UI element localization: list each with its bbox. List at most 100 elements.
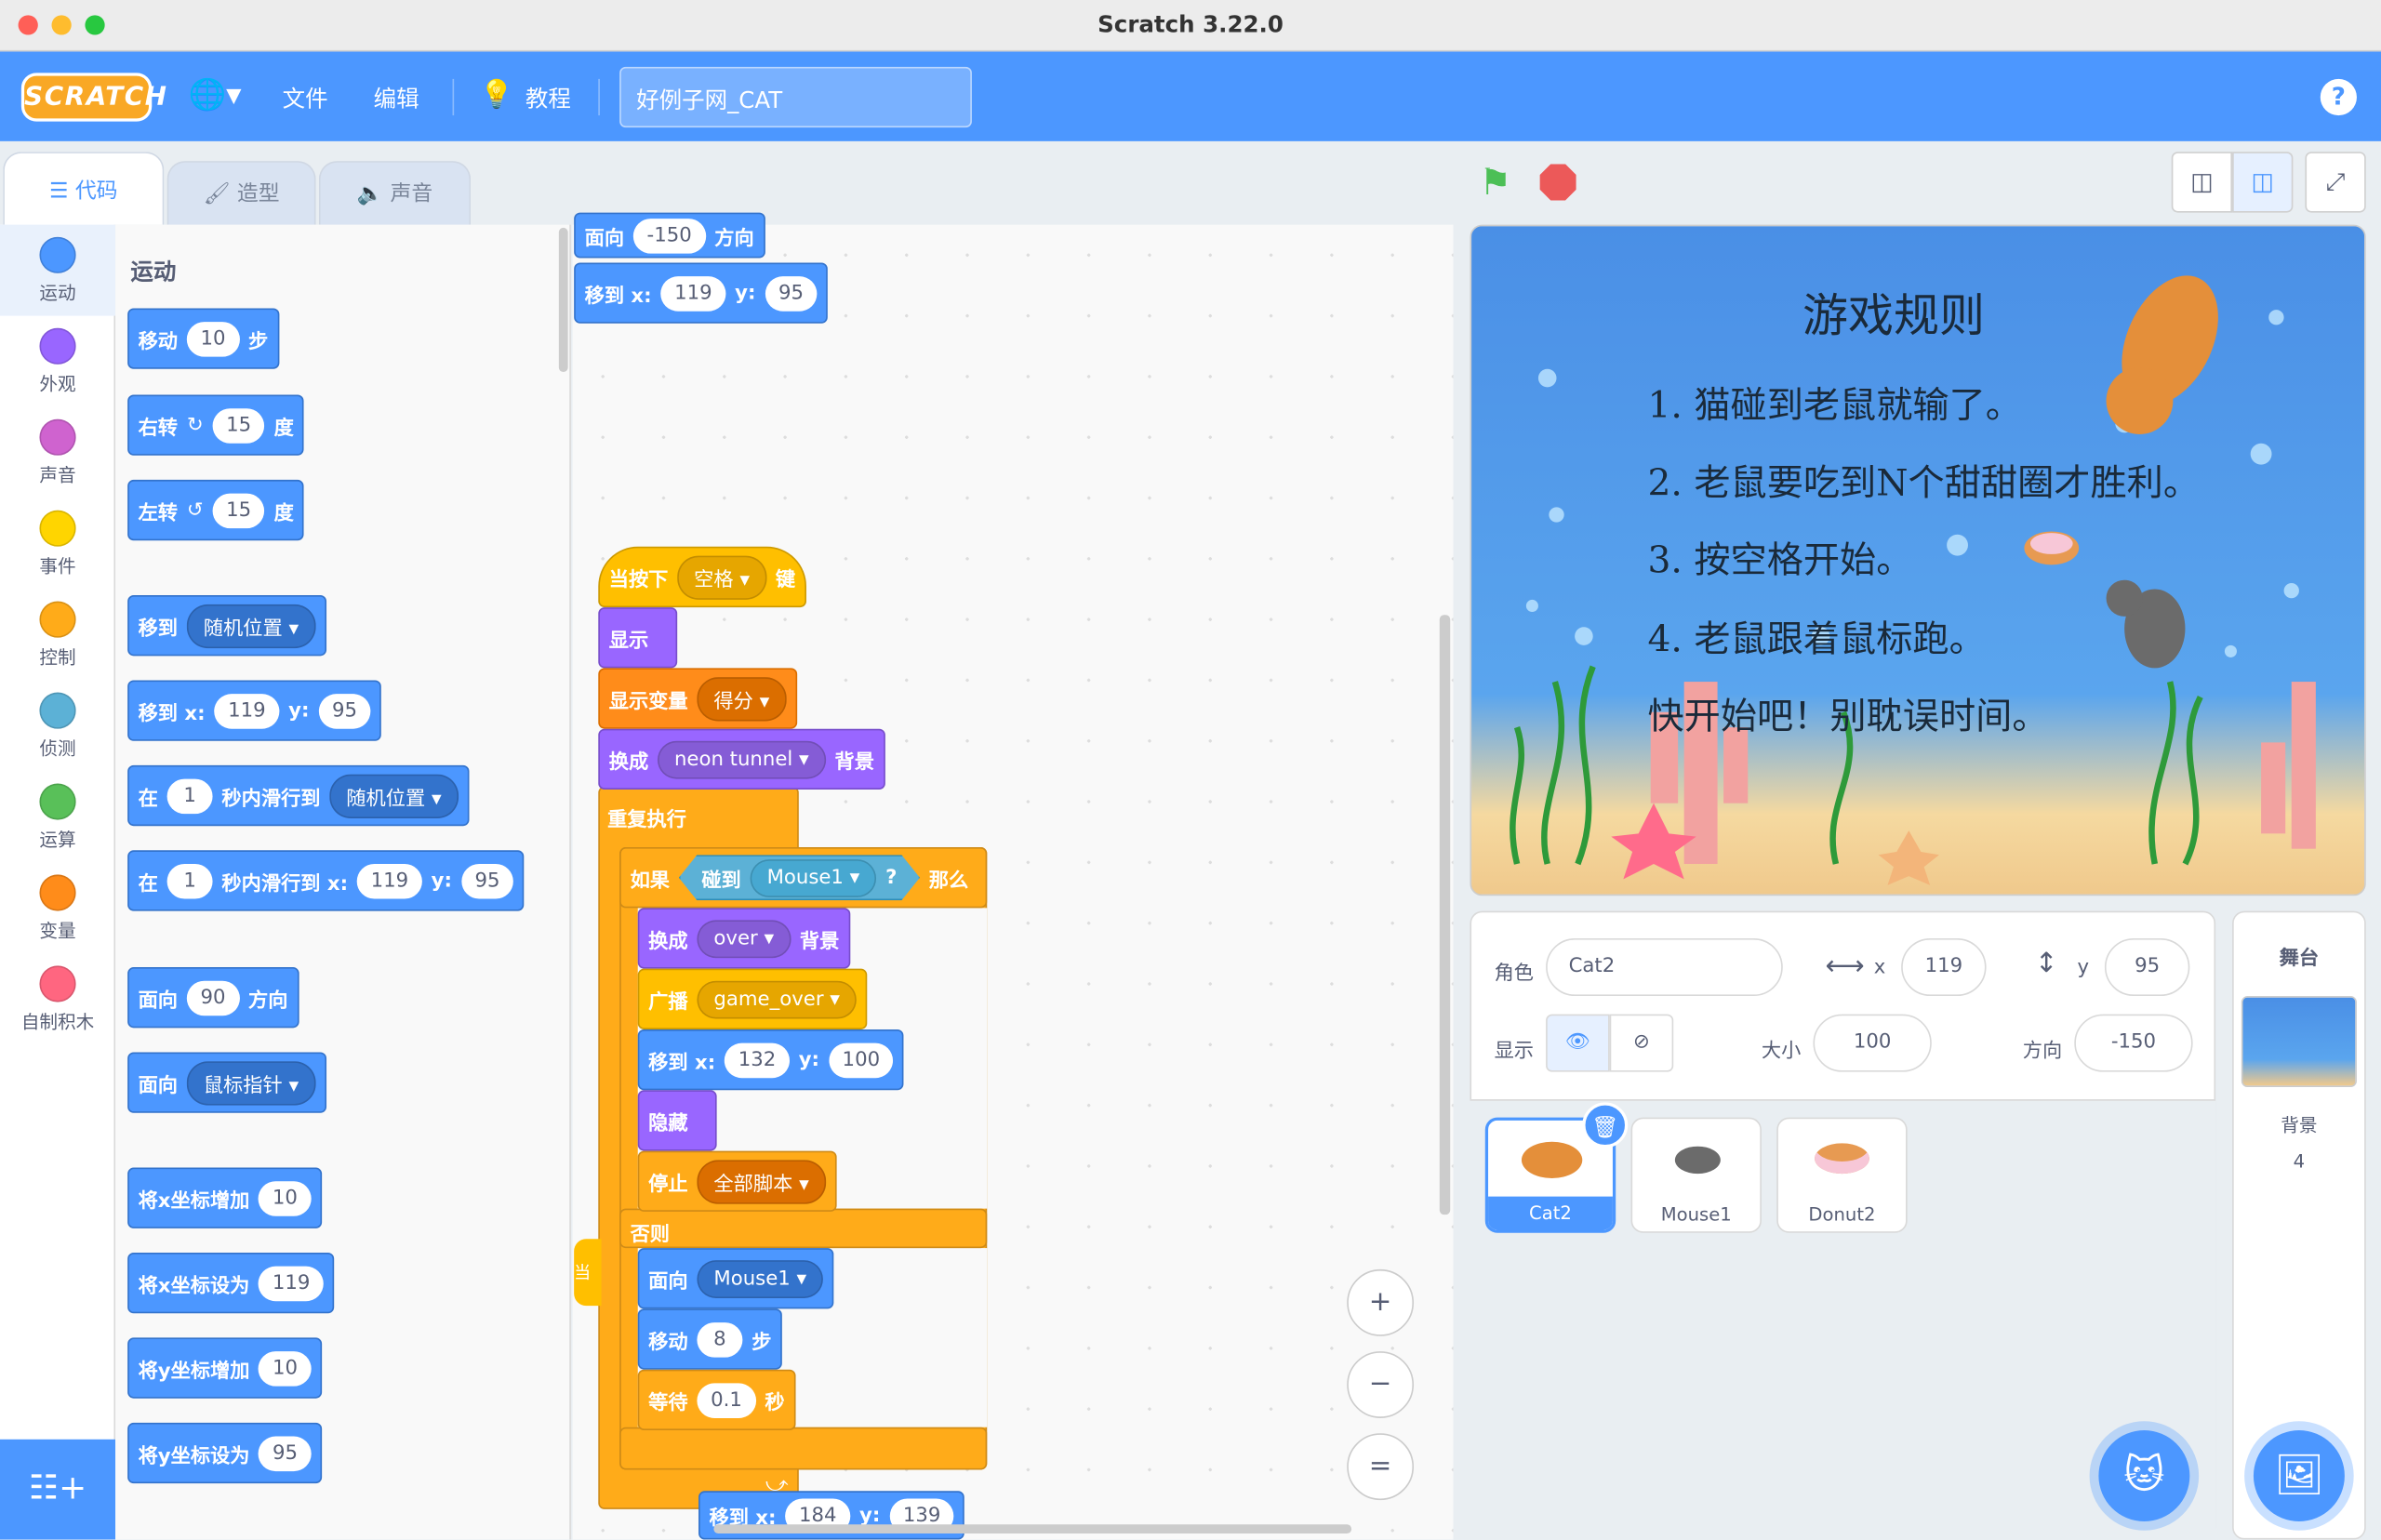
backdrop-thumbnail[interactable] [2241, 996, 2357, 1088]
set-y-block[interactable]: 将y坐标设为 95 [127, 1422, 323, 1484]
hidden-hat-block[interactable]: 当 [574, 1239, 602, 1307]
choose-backdrop-button[interactable]: 🖼 [2253, 1430, 2345, 1521]
tab-sounds[interactable]: 🔈 声音 [318, 161, 472, 225]
workspace-horizontal-scrollbar[interactable] [713, 1524, 1352, 1534]
category-looks[interactable]: 外观 [0, 316, 115, 407]
category-motion[interactable]: 运动 [0, 224, 116, 316]
edit-menu[interactable]: 编辑 [374, 82, 419, 113]
set-x-block[interactable]: 将x坐标设为 119 [127, 1252, 335, 1314]
switch-backdrop-block[interactable]: 换成neon tunnel背景 [598, 728, 885, 790]
horizontal-arrows-icon: ⟷ [1825, 950, 1865, 983]
category-dot-icon [39, 510, 76, 547]
green-flag-icon[interactable]: ⚑ [1479, 161, 1522, 204]
workspace-vertical-scrollbar[interactable] [1439, 615, 1451, 1215]
if-else-footer [619, 1427, 988, 1470]
file-menu[interactable]: 文件 [283, 82, 328, 113]
point-towards-block[interactable]: 面向 鼠标指针 [127, 1052, 326, 1113]
small-stage-icon: ◫ [2190, 166, 2214, 196]
category-dot-icon [39, 783, 76, 820]
eye-slash-icon: ⊘ [1633, 1030, 1650, 1055]
stop-icon[interactable] [1539, 164, 1576, 201]
help-icon[interactable]: ? [2320, 78, 2357, 116]
change-y-block[interactable]: 将y坐标增加 10 [127, 1337, 323, 1399]
touching-block[interactable]: 碰到Mouse1? [679, 855, 920, 900]
x-input[interactable]: 119 [1901, 938, 1987, 997]
stage-pane-title: 舞台 [2279, 947, 2320, 971]
turn-right-block[interactable]: 右转 ↻ 15 度 [127, 394, 305, 456]
tab-code[interactable]: ☰ 代码 [3, 152, 165, 225]
choose-sprite-button[interactable]: 🐱 [2098, 1430, 2190, 1521]
point-towards-mouse-block[interactable]: 面向 Mouse1 [637, 1248, 834, 1309]
if-header[interactable]: 如果 碰到Mouse1? 那么 [619, 847, 988, 909]
script-goto-xy-block[interactable]: 移到 x: 119 y: 95 [574, 262, 829, 324]
size-input[interactable]: 100 [1813, 1014, 1932, 1072]
mouse-sprite[interactable] [2106, 579, 2186, 669]
sprite-thumb-mouse1[interactable]: Mouse1 [1630, 1117, 1762, 1233]
turn-left-block[interactable]: 左转 ↺ 15 度 [127, 479, 305, 541]
zoom-reset-icon: = [1368, 1450, 1392, 1482]
show-label: 显示 [1494, 1040, 1535, 1063]
forever-label: 重复执行 [607, 808, 687, 831]
category-events[interactable]: 事件 [0, 498, 115, 590]
scratch-logo[interactable]: SCRATCH [20, 73, 166, 122]
move-steps-block[interactable]: 移动 10 步 [127, 308, 279, 369]
direction-input[interactable]: -150 [2074, 1014, 2193, 1072]
sprite-thumb-donut2[interactable]: Donut2 [1776, 1117, 1908, 1233]
wait-block[interactable]: 等待 0.1 秒 [637, 1369, 796, 1431]
lightbulb-icon[interactable]: 💡 [480, 79, 514, 111]
category-variables[interactable]: 变量 [0, 862, 115, 953]
show-block[interactable]: 显示 [598, 607, 678, 669]
rotate-left-icon: ↺ [186, 498, 204, 522]
broadcast-block[interactable]: 广播 game_over [637, 968, 868, 1029]
category-operators[interactable]: 运算 [0, 771, 115, 862]
category-dot-icon [39, 236, 76, 273]
palette-scrollbar[interactable] [558, 227, 568, 373]
trash-icon[interactable]: 🗑 [1582, 1102, 1629, 1148]
goto-xy-block[interactable]: 移到 x: 119 y: 95 [127, 680, 382, 741]
code-icon: ☰ [49, 179, 69, 204]
category-dot-icon [39, 418, 76, 456]
script-point-direction-block[interactable]: 面向 -150 方向 [574, 212, 765, 259]
globe-icon[interactable]: 🌐▾ [188, 76, 241, 113]
point-direction-block[interactable]: 面向 90 方向 [127, 967, 299, 1029]
change-x-block[interactable]: 将x坐标增加 10 [127, 1167, 323, 1228]
switch-backdrop-over-block[interactable]: 换成over背景 [637, 908, 850, 969]
menu-bar: SCRATCH 🌐▾ 文件 编辑 💡 教程 好例子网_CAT ? [0, 51, 2381, 141]
show-visible-button[interactable]: 👁 [1546, 1014, 1610, 1072]
cat-sprite[interactable] [2103, 260, 2238, 434]
title-bar: Scratch 3.22.0 [0, 0, 2381, 52]
category-my-blocks[interactable]: 自制积木 [0, 953, 115, 1044]
fullscreen-button[interactable]: ⤢ [2305, 152, 2366, 213]
sprite-name-input[interactable]: Cat2 [1546, 938, 1783, 997]
category-control[interactable]: 控制 [0, 589, 115, 680]
zoom-reset-button[interactable]: = [1347, 1433, 1415, 1501]
category-menu: 运动 外观 声音 事件 控制 侦测 运算 变量 自制积木 [0, 224, 116, 1440]
move-8-steps-block[interactable]: 移动 8 步 [637, 1308, 782, 1370]
rule-2: 2. 老鼠要吃到N个甜甜圈才胜利。 [1647, 461, 2201, 505]
rules-title: 游戏规则 [1802, 289, 1985, 343]
window-title: Scratch 3.22.0 [1097, 10, 1284, 38]
category-sensing[interactable]: 侦测 [0, 680, 115, 771]
stage-canvas[interactable]: 游戏规则 1. 猫碰到老鼠就输了。 2. 老鼠要吃到N个甜甜圈才胜利。 3. 按… [1470, 224, 2366, 896]
stop-all-block[interactable]: 停止 全部脚本 [637, 1150, 837, 1212]
donut-sprite[interactable] [2024, 531, 2080, 565]
show-hidden-button[interactable]: ⊘ [1609, 1014, 1674, 1072]
category-sound[interactable]: 声音 [0, 407, 115, 498]
glide-xy-block[interactable]: 在 1 秒内滑行到 x: 119 y: 95 [127, 850, 525, 911]
small-stage-button[interactable]: ◫ [2171, 152, 2233, 213]
goto-random-block[interactable]: 移到 随机位置 [127, 595, 326, 657]
when-key-pressed-block[interactable]: 当按下空格键 [598, 546, 806, 608]
rule-5: 快开始吧！别耽误时间。 [1647, 695, 2049, 738]
large-stage-button[interactable]: ◫ [2232, 152, 2294, 213]
glide-random-block[interactable]: 在 1 秒内滑行到 随机位置 [127, 764, 470, 827]
tutorials-menu[interactable]: 教程 [525, 82, 571, 113]
hide-block[interactable]: 隐藏 [637, 1090, 717, 1151]
if-goto-xy-block[interactable]: 移到 x: 132 y: 100 [637, 1029, 905, 1091]
project-title-input[interactable]: 好例子网_CAT [619, 66, 972, 128]
add-extension-button[interactable]: ☷+ [0, 1439, 116, 1540]
zoom-out-button[interactable]: − [1347, 1351, 1415, 1418]
tab-costumes[interactable]: 🖌 造型 [166, 161, 316, 225]
show-variable-block[interactable]: 显示变量 得分 [598, 668, 797, 729]
y-input[interactable]: 95 [2104, 938, 2190, 997]
zoom-in-button[interactable]: + [1347, 1268, 1415, 1336]
